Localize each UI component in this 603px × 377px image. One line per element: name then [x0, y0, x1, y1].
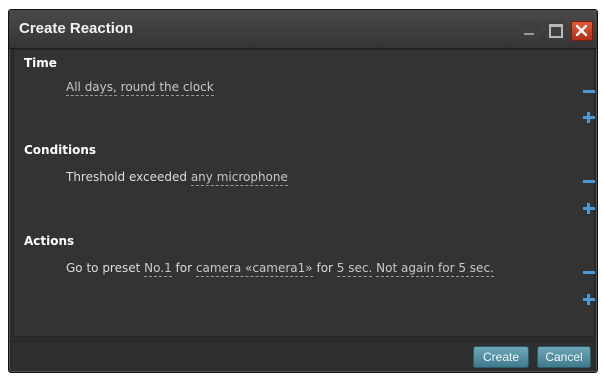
condition-text: Threshold exceeded: [66, 170, 187, 184]
actions-remove-icon[interactable]: [582, 265, 596, 279]
time-days-link[interactable]: All days,: [66, 80, 117, 96]
close-icon: [575, 24, 588, 37]
dialog-title: Create Reaction: [19, 20, 134, 37]
condition-source-link[interactable]: any microphone: [190, 170, 288, 186]
action-duration-link[interactable]: 5 sec.: [336, 261, 373, 277]
action-preset-link[interactable]: No.1: [144, 261, 172, 277]
maximize-button[interactable]: [545, 21, 565, 39]
time-remove-icon[interactable]: [582, 84, 596, 98]
title-bar[interactable]: Create Reaction: [9, 10, 597, 49]
time-hours-link[interactable]: round the clock: [120, 80, 214, 96]
action-cooldown-link[interactable]: Not again for 5 sec.: [376, 261, 494, 277]
time-heading: Time: [24, 56, 57, 70]
conditions-rule: Threshold exceeded any microphone: [66, 170, 288, 186]
conditions-remove-icon[interactable]: [582, 174, 596, 188]
conditions-heading: Conditions: [24, 143, 97, 157]
actions-rule: Go to preset No.1 for camera «camera1» f…: [66, 261, 494, 277]
create-reaction-dialog: Create Reaction Time All days, round the…: [8, 9, 598, 373]
close-button[interactable]: [571, 21, 593, 41]
time-rule: All days, round the clock: [66, 80, 214, 96]
dialog-footer: Create Cancel: [13, 341, 593, 370]
reaction-editor: Time All days, round the clock Condition…: [13, 49, 595, 337]
actions-heading: Actions: [24, 234, 75, 248]
create-button[interactable]: Create: [473, 346, 529, 368]
action-text-3: for: [316, 261, 333, 275]
action-camera-link[interactable]: camera «camera1»: [195, 261, 313, 277]
minimize-button[interactable]: [519, 21, 539, 39]
conditions-add-icon[interactable]: [582, 201, 596, 215]
action-text-2: for: [175, 261, 193, 275]
time-add-icon[interactable]: [582, 110, 596, 124]
cancel-button[interactable]: Cancel: [537, 346, 591, 368]
action-text-1: Go to preset: [66, 261, 141, 275]
actions-add-icon[interactable]: [582, 292, 596, 306]
